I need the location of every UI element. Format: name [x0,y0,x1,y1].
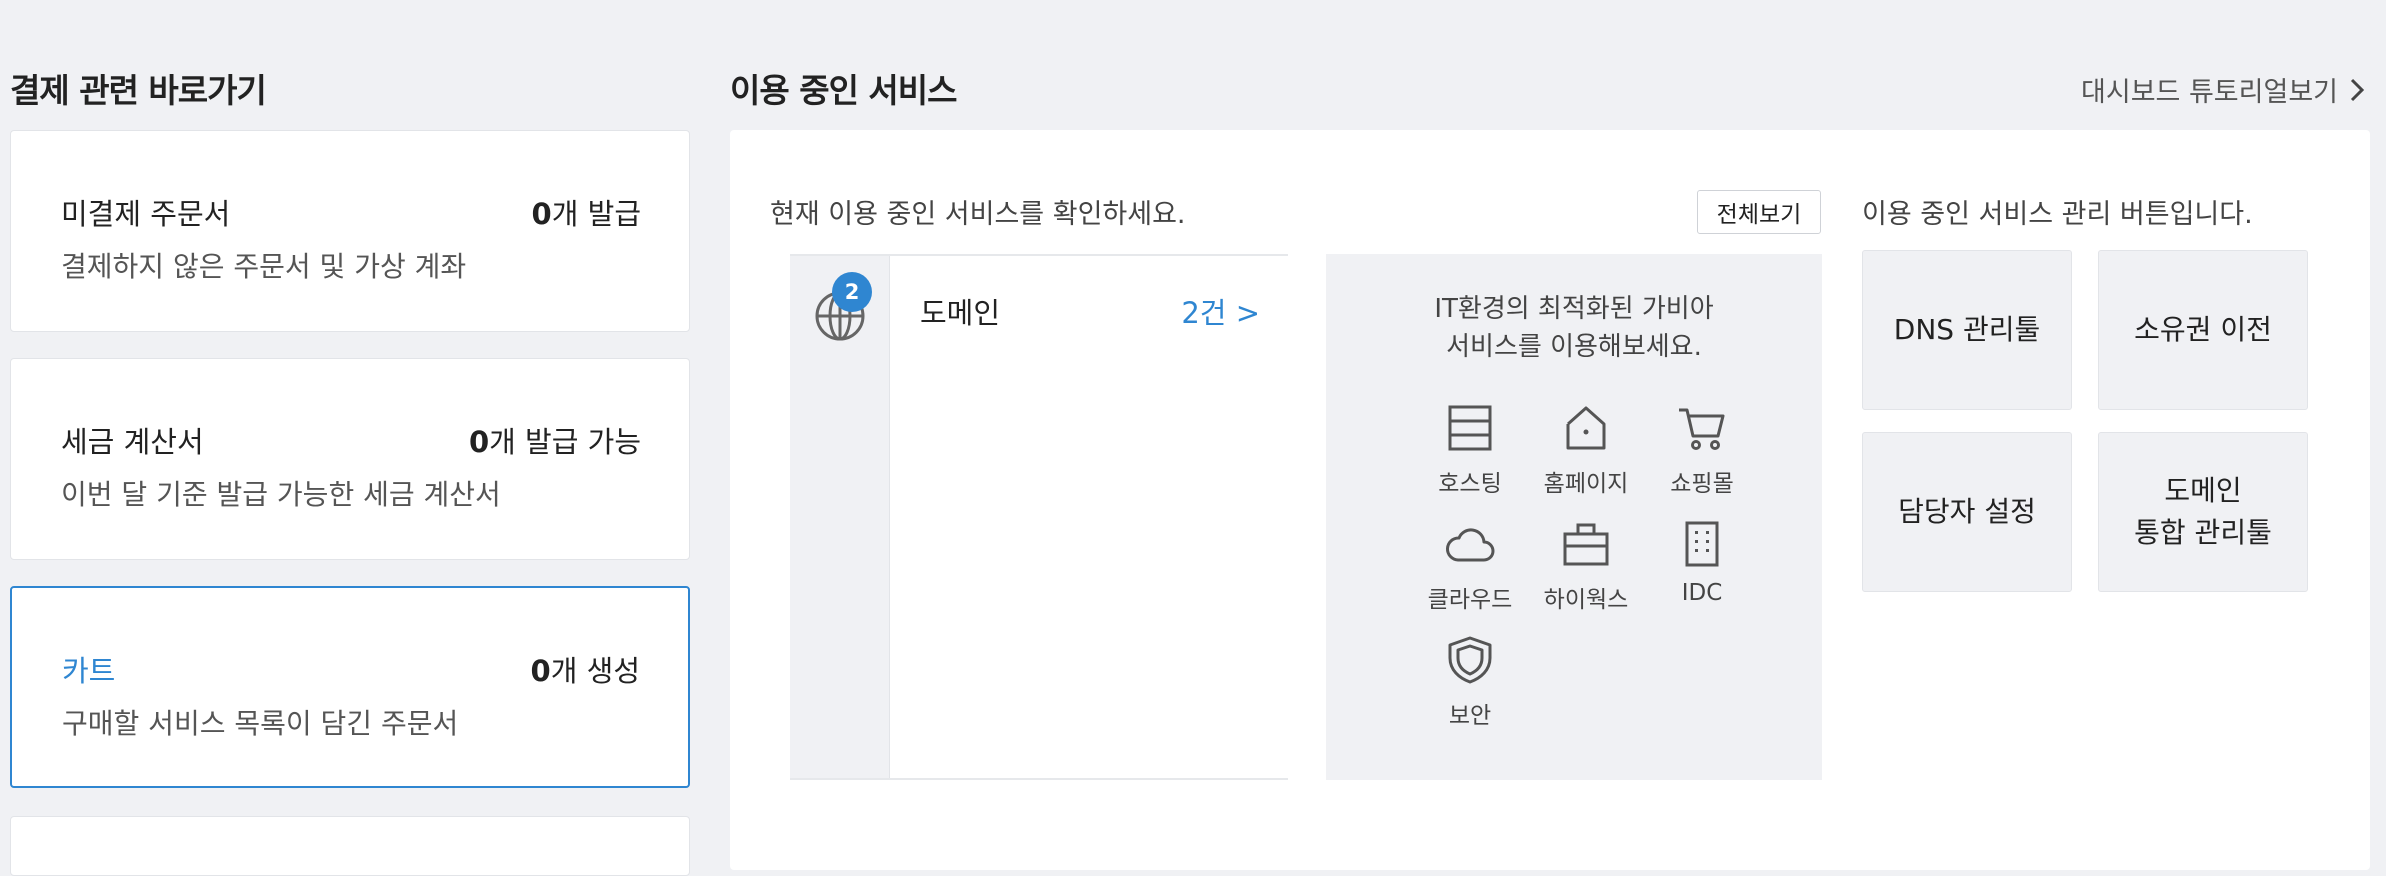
service-list: 2 도메인 2건 > [790,254,1288,780]
promo-hiworks[interactable]: 하이웍스 [1528,518,1644,628]
dashboard-tutorial-link[interactable]: 대시보드 튜토리얼보기 [2081,70,2366,109]
promo-security[interactable]: 보안 [1412,634,1528,744]
card-title: 세금 계산서 [61,425,204,459]
services-intro-text: 현재 이용 중인 서비스를 확인하세요. [770,199,1186,230]
card-count: 0개 발급 가능 [468,425,641,459]
management-intro-text: 이용 중인 서비스 관리 버튼입니다. [1862,199,2253,230]
cart-card[interactable]: 카트 0개 생성 구매할 서비스 목록이 담긴 주문서 [10,586,690,788]
shopping-cart-icon [1679,408,1725,450]
briefcase-icon [1563,523,1609,566]
domain-service-row[interactable]: 도메인 2건 > [890,256,1288,360]
domain-integrated-tool-button[interactable]: 도메인 통합 관리툴 [2098,432,2308,592]
card-description: 이번 달 기준 발급 가능한 세금 계산서 [61,478,501,511]
payment-shortcuts-title: 결제 관련 바로가기 [10,71,267,110]
card-description: 구매할 서비스 목록이 담긴 주문서 [62,707,459,740]
card-count: 0개 생성 [530,654,640,688]
card-description: 결제하지 않은 주문서 및 가상 계좌 [61,250,467,283]
card-title: 미결제 주문서 [61,197,231,231]
cloud-icon [1446,528,1495,562]
unpaid-orders-card[interactable]: 미결제 주문서 0개 발급 결제하지 않은 주문서 및 가상 계좌 [10,130,690,332]
domain-count-link[interactable]: 2건 > [1181,290,1260,332]
domain-label: 도메인 [920,296,1001,330]
next-card-partial[interactable] [10,816,690,876]
service-count-badge: 2 [832,272,872,312]
homepage-icon [1566,406,1606,450]
shield-icon [1448,636,1492,684]
contact-settings-button[interactable]: 담당자 설정 [1862,432,2072,592]
promo-cloud[interactable]: 클라우드 [1412,518,1528,628]
service-promo-box: IT환경의 최적화된 가비아 서비스를 이용해보세요. 호스팅 홈페이지 쇼핑몰… [1326,254,1822,780]
services-in-use-title: 이용 중인 서비스 [730,71,957,110]
view-all-button[interactable]: 전체보기 [1697,190,1821,234]
promo-shopping-mall[interactable]: 쇼핑몰 [1644,402,1760,512]
chevron-right-icon [2350,78,2365,101]
card-title: 카트 [62,654,116,688]
service-icon-column: 2 [790,256,890,778]
building-icon [1685,521,1719,567]
hosting-icon [1448,405,1492,451]
promo-hosting[interactable]: 호스팅 [1412,402,1528,512]
card-count: 0개 발급 [531,197,641,231]
ownership-transfer-button[interactable]: 소유권 이전 [2098,250,2308,410]
tutorial-link-label: 대시보드 튜토리얼보기 [2081,77,2338,108]
dns-management-button[interactable]: DNS 관리툴 [1862,250,2072,410]
tax-invoice-card[interactable]: 세금 계산서 0개 발급 가능 이번 달 기준 발급 가능한 세금 계산서 [10,358,690,560]
promo-text: IT환경의 최적화된 가비아 서비스를 이용해보세요. [1434,294,1714,362]
promo-idc[interactable]: IDC [1644,518,1760,628]
promo-homepage[interactable]: 홈페이지 [1528,402,1644,512]
services-panel: 현재 이용 중인 서비스를 확인하세요. 전체보기 2 도메인 2건 > IT환… [730,130,2370,870]
